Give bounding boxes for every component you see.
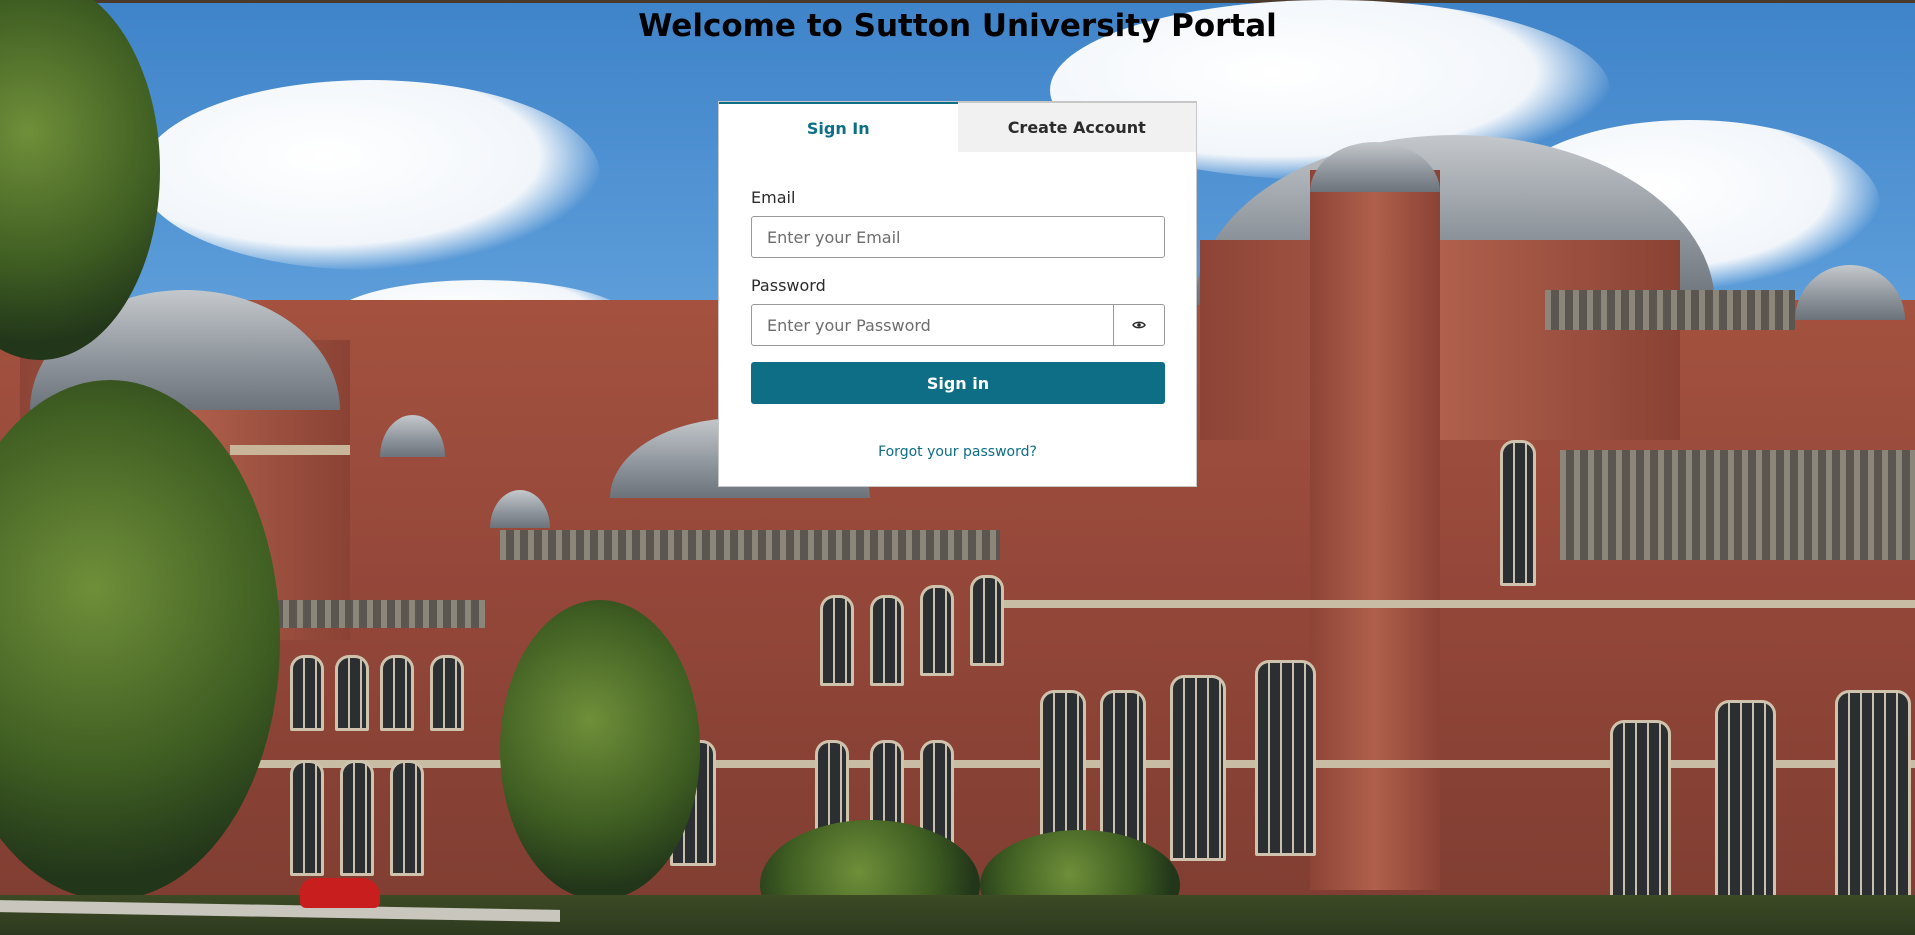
email-label: Email xyxy=(751,188,796,207)
password-label: Password xyxy=(751,276,826,295)
sign-in-button[interactable]: Sign in xyxy=(751,362,1165,404)
password-input[interactable] xyxy=(751,304,1114,346)
show-password-button[interactable] xyxy=(1114,304,1165,346)
password-row xyxy=(751,304,1165,346)
eye-icon xyxy=(1132,318,1146,333)
tab-sign-in[interactable]: Sign In xyxy=(719,102,958,152)
page-title: Welcome to Sutton University Portal xyxy=(638,8,1277,44)
tab-create-account[interactable]: Create Account xyxy=(957,102,1196,152)
password-field-group: Password xyxy=(751,276,1165,346)
auth-tabs: Sign In Create Account xyxy=(719,102,1196,152)
forgot-password-link[interactable]: Forgot your password? xyxy=(751,444,1164,460)
parked-car xyxy=(300,878,380,908)
auth-card: Sign In Create Account Email Password xyxy=(718,101,1197,487)
email-field-group: Email xyxy=(751,188,1165,258)
email-input[interactable] xyxy=(751,216,1165,258)
sign-in-form: Email Password Sign in Forgot your passw… xyxy=(719,152,1196,460)
